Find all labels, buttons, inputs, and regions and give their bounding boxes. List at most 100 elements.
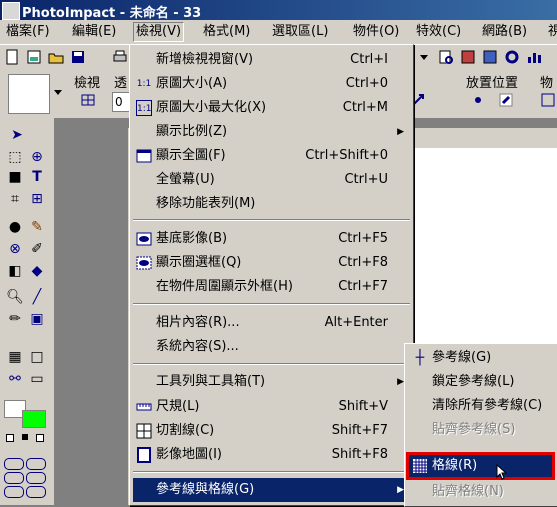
eyedropper-tool-icon[interactable]: ╱ (28, 288, 46, 306)
clone-tool-icon[interactable]: ✐ (28, 240, 46, 258)
open-folder-icon[interactable] (48, 49, 64, 65)
ruler-toggle-icon[interactable]: ▭ (28, 370, 46, 388)
grid-icon (413, 459, 427, 473)
view-menu: 新增檢視視窗(V) Ctrl+I 1:1 原圖大小(A) Ctrl+0 1:1 原圖… (129, 44, 414, 506)
grid-toggle-icon[interactable]: ▦ (6, 348, 24, 366)
submenu-item-snap-grid: 貼齊格線(N) (432, 484, 504, 499)
menu-separator (133, 363, 410, 365)
menu-file[interactable]: 檔案(F) (4, 23, 52, 41)
print-icon[interactable] (112, 49, 128, 65)
dropdown-arrow-icon[interactable] (416, 49, 432, 65)
guides-grid-submenu: ┼ 參考線(G) 鎖定參考線(L) 清除所有參考線(C) 貼齊參考線(S) 格線… (404, 343, 557, 507)
text-tool-icon[interactable]: T (28, 168, 46, 186)
menu-item-guides-and-grid[interactable]: 參考線與格線(G) ▶ (133, 478, 410, 502)
gear-icon[interactable] (504, 49, 520, 65)
menu-item-full-screen[interactable]: 全螢幕(U) Ctrl+U (133, 168, 410, 192)
transparency-label: 透 (114, 76, 128, 91)
preset-thumbnail[interactable] (8, 74, 50, 114)
select-icon[interactable] (540, 92, 556, 108)
menu-item-base-image[interactable]: 基底影像(B) Ctrl+F5 (133, 227, 410, 251)
chart-icon[interactable] (526, 49, 542, 65)
pen-tool-icon[interactable]: ✏︎ (6, 310, 24, 328)
black-swatch-icon[interactable] (22, 434, 28, 440)
mode-buttons (4, 458, 48, 502)
fill-tool-icon[interactable]: ◆ (28, 262, 46, 280)
zoom-tool-icon[interactable]: 🔍︎ (6, 288, 24, 306)
object-icon[interactable] (482, 49, 498, 65)
marquee-tool-icon[interactable]: ⬚ (6, 148, 24, 166)
mode-button-3[interactable] (4, 472, 24, 484)
menu-item-ruler[interactable]: 尺規(L) Shift+V (133, 395, 410, 419)
mode-button-2[interactable] (26, 458, 46, 470)
retouch-tool-icon[interactable]: ⊗ (6, 240, 24, 258)
shape-tool-icon[interactable]: ■ (6, 168, 24, 186)
menu-item-actual-size-maximize[interactable]: 1:1 原圖大小最大化(X) Ctrl+M (133, 96, 410, 120)
mouse-cursor-icon (496, 464, 508, 480)
mode-button-4[interactable] (26, 472, 46, 484)
submenu-item-snap-guides: 貼齊參考線(S) (432, 422, 516, 437)
menu-item-actual-size[interactable]: 1:1 原圖大小(A) Ctrl+0 (133, 72, 410, 96)
menu-item-show-marquee[interactable]: 顯示圈選框(Q) Ctrl+F8 (133, 251, 410, 275)
image-edit-icon[interactable] (460, 49, 476, 65)
menu-item-remove-menubar[interactable]: 移除功能表列(M) (133, 192, 410, 216)
transform-tool-icon[interactable]: ⊞ (28, 190, 46, 208)
menu-item-new-view-window[interactable]: 新增檢視視窗(V) Ctrl+I (133, 48, 410, 72)
ruler-icon (136, 403, 152, 411)
light-tool-icon[interactable]: ● (6, 218, 24, 236)
new-image-icon[interactable] (26, 49, 42, 65)
link-toggle-icon[interactable]: ⚯ (6, 370, 24, 388)
submenu-arrow-icon: ▶ (397, 485, 404, 495)
object-label: 物 (540, 76, 554, 91)
menu-edit[interactable]: 編輯(E) (70, 23, 118, 41)
tool-panel: ➤ ⬚ ⊕ ■ T ⌗ ⊞ ● ✎ ⊗ ✐ ◧ ◆ 🔍︎ ╱ ✏︎ ▣ ▦ □ … (0, 118, 55, 505)
grid-icon (136, 423, 152, 439)
submenu-arrow-icon: ▶ (397, 377, 404, 387)
menu-item-slice-lines[interactable]: 切割線(C) Shift+F7 (133, 419, 410, 443)
grid-view-icon[interactable] (80, 92, 96, 108)
menu-item-photo-properties[interactable]: 相片內容(R)... Alt+Enter (133, 311, 410, 335)
mode-button-6[interactable] (26, 486, 46, 498)
new-file-icon[interactable] (4, 49, 20, 65)
menu-item-system-properties[interactable]: 系統內容(S)... (133, 335, 410, 359)
mode-button-5[interactable] (4, 486, 24, 498)
brush-tool-icon[interactable]: ✎ (28, 218, 46, 236)
menu-item-zoom-ratio[interactable]: 顯示比例(Z) ▶ (133, 120, 410, 144)
submenu-item-guides[interactable]: ┼ 參考線(G) (408, 346, 557, 370)
dot-icon[interactable] (470, 92, 486, 108)
save-icon[interactable] (70, 49, 86, 65)
guide-icon: ┼ (415, 350, 425, 366)
reset-colors-icon[interactable] (6, 434, 14, 442)
menu-item-image-map[interactable]: 影像地圖(I) Shift+F8 (133, 443, 410, 467)
preview-icon[interactable] (438, 49, 454, 65)
lasso-tool-icon[interactable]: ⊕ (28, 148, 46, 166)
background-color-swatch[interactable] (22, 410, 46, 428)
submenu-item-clear-guides[interactable]: 清除所有參考線(C) (408, 394, 557, 418)
menu-selection[interactable]: 選取區(L) (270, 23, 330, 41)
chevron-down-icon[interactable] (50, 84, 66, 100)
link-icon[interactable] (498, 92, 514, 108)
submenu-arrow-icon: ▶ (397, 127, 404, 137)
pick-tool-icon[interactable]: ➤ (8, 126, 26, 144)
menu-web[interactable]: 網路(B) (480, 23, 529, 41)
white-swatch-icon[interactable] (36, 434, 44, 442)
menu-view[interactable]: 檢視(V) (133, 22, 185, 42)
menu-more[interactable]: 視 (546, 23, 557, 41)
app-logo-icon (2, 2, 20, 20)
view-label: 檢視 (74, 76, 101, 91)
crop-tool-icon[interactable]: ⌗ (6, 190, 24, 208)
menu-format[interactable]: 格式(M) (201, 23, 252, 41)
fit-window-icon (136, 149, 152, 163)
submenu-item-lock-guides[interactable]: 鎖定參考線(L) (408, 370, 557, 394)
eraser-tool-icon[interactable]: ◧ (6, 262, 24, 280)
frame-toggle-icon[interactable]: □ (28, 348, 46, 366)
mode-button-1[interactable] (4, 458, 24, 470)
menu-item-toolbars[interactable]: 工具列與工具箱(T) ▶ (133, 370, 410, 394)
menu-object[interactable]: 物件(O) (351, 23, 401, 41)
menu-item-object-frame[interactable]: 在物件周圍顯示外框(H) Ctrl+F7 (133, 275, 410, 299)
actual-size-maximize-icon: 1:1 (136, 100, 152, 116)
menu-item-fit-in-window[interactable]: 顯示全圖(F) Ctrl+Shift+0 (133, 144, 410, 168)
menu-effect[interactable]: 特效(C) (414, 23, 463, 41)
eye-icon (136, 232, 152, 246)
path-tool-icon[interactable]: ▣ (28, 310, 46, 328)
submenu-item-grid[interactable]: 格線(R) (406, 452, 555, 480)
